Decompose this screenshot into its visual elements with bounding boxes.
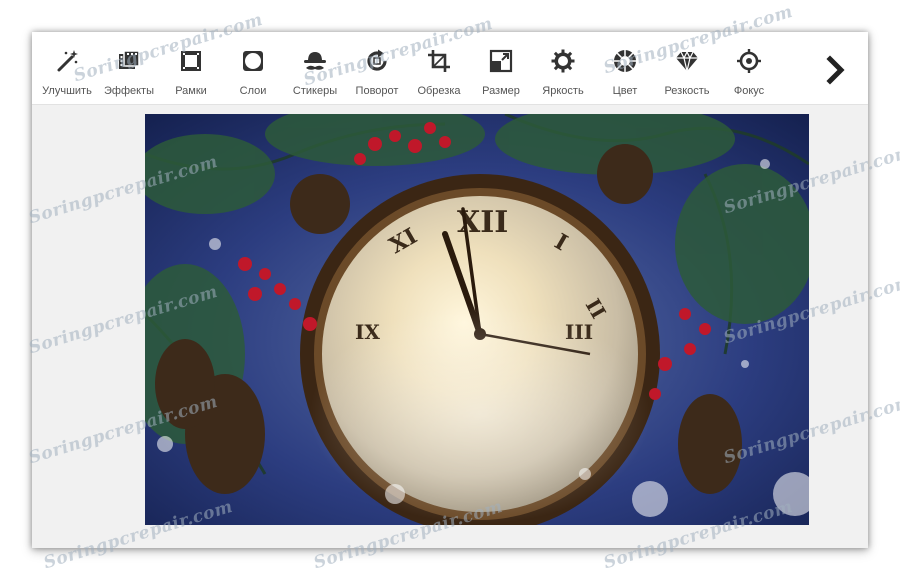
color-wheel-icon	[614, 50, 636, 72]
hat-mustache-icon	[304, 52, 326, 70]
tool-label: Фокус	[733, 85, 765, 97]
editor-window: Улучшить Эффекты Рамки Слои Стикеры Пово…	[32, 32, 868, 548]
toolbar: Улучшить Эффекты Рамки Слои Стикеры Пово…	[32, 32, 868, 105]
film-icon	[119, 50, 140, 69]
photo-preview[interactable]: XII XI I II III IX	[145, 114, 809, 525]
tool-focus[interactable]: Фокус	[716, 32, 782, 104]
frame-icon	[181, 51, 201, 71]
diamond-icon	[676, 50, 698, 72]
rotate-icon	[367, 49, 387, 71]
crop-icon	[428, 50, 450, 72]
resize-icon	[489, 49, 513, 73]
canvas-area: XII XI I II III IX	[32, 105, 868, 548]
layers-icon	[243, 51, 263, 71]
magic-wand-icon	[57, 50, 78, 72]
target-icon	[737, 49, 761, 73]
chevron-right-icon[interactable]	[820, 54, 852, 86]
sun-icon	[551, 49, 575, 73]
